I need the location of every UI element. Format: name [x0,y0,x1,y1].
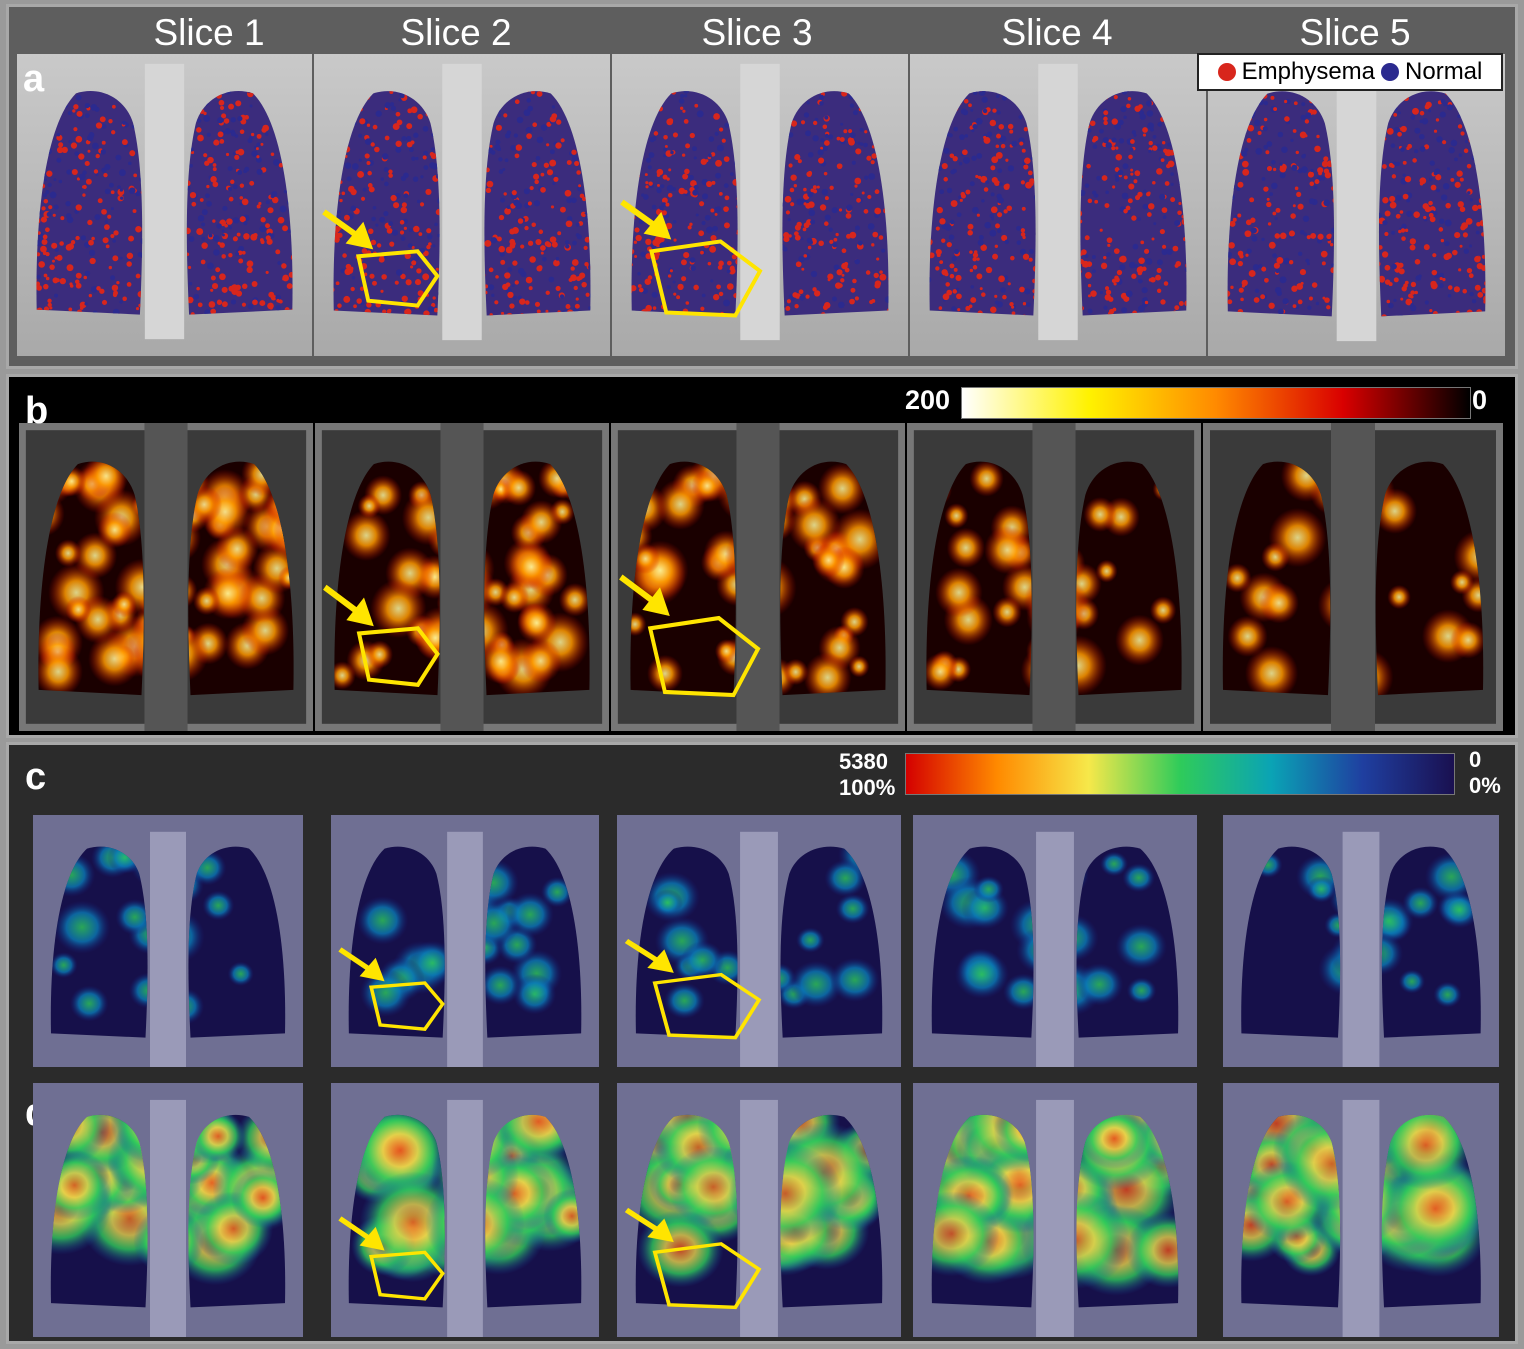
mri-slice-2 [315,423,609,731]
colorbar-c [905,753,1455,795]
ct-slice-2 [314,54,610,356]
ct-slice-4 [910,54,1206,356]
legend-a: Emphysema Normal [1197,53,1503,91]
mediastinum [1336,63,1377,342]
ct-slice-1 [17,54,312,356]
panel-b-ventilation-mri: b 200 0 [6,374,1518,738]
slice-header-2: Slice 2 [400,12,512,53]
slice-header-3: Slice 3 [701,12,813,53]
colorbar-c-min-pct: 0% [1469,773,1501,798]
mri-slice-4 [907,423,1201,731]
colorbar-c-min-label: 0 [1469,747,1482,772]
legend-normal-label: Normal [1405,58,1483,85]
slice-header-5: Slice 5 [1299,12,1411,53]
spect-c-slice-1 [33,815,303,1067]
spect-c-slice-4 [913,815,1197,1067]
colorbar-c-max-label: 5380 [839,749,888,774]
colorbar-c-max-pct: 100% [839,775,896,800]
panel-a-ct-emphysema: Slice 1 Slice 2 Slice 3 Slice 4 Slice 5 … [6,4,1518,369]
colorbar-b-min-label: 0 [1472,385,1488,415]
spect-c-slice-2 [331,815,599,1067]
slice-header-4: Slice 4 [1001,12,1113,53]
spect-d-slice-5 [1223,1083,1499,1337]
ct-slice-5 [1208,54,1505,356]
mri-slice-5 [1203,423,1503,731]
panel-label-a: a [23,58,45,100]
spect-d-slice-2 [331,1083,599,1337]
mediastinum [144,63,185,340]
spect-c-slice-3 [617,815,901,1067]
emphysema-dot-icon [1217,63,1236,81]
legend-emphysema-label: Emphysema [1241,58,1376,85]
mediastinum [1038,63,1078,341]
colorbar-b [961,387,1471,419]
colorbar-b-max-label: 200 [905,385,951,415]
mri-slice-1 [19,423,313,731]
spect-d-slice-1 [33,1083,303,1337]
spect-c-slice-5 [1223,815,1499,1067]
panel-label-c: c [25,756,47,798]
spect-d-slice-4 [913,1083,1197,1337]
panel-label-b: b [25,390,49,432]
panel-cd-spect: c 5380 100% 0 0% d [6,742,1518,1344]
normal-dot-icon [1381,63,1400,81]
mediastinum [442,63,482,341]
ct-slice-3 [612,54,908,356]
spect-d-slice-3 [617,1083,901,1337]
mri-slice-3 [611,423,905,731]
